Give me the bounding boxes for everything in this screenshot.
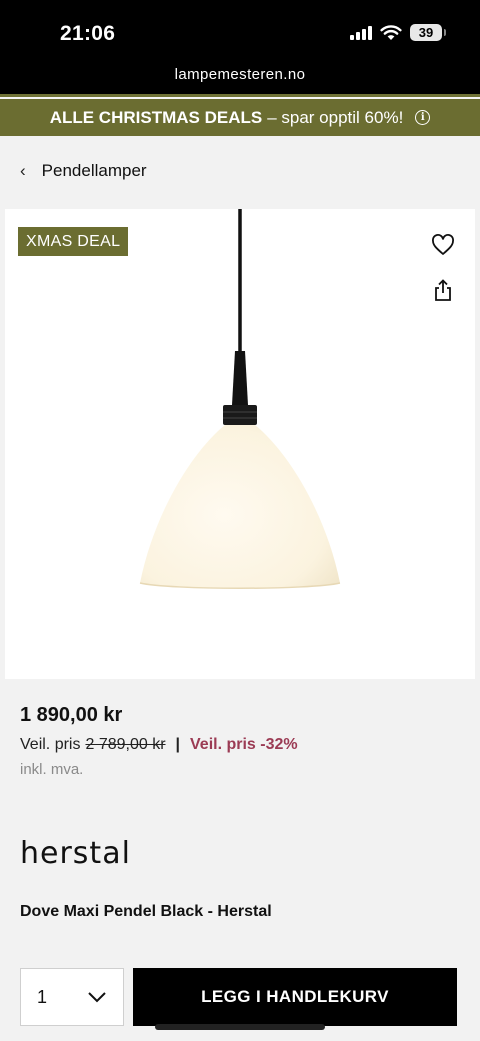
status-icons: 39	[350, 24, 446, 41]
url-bar[interactable]: lampemesteren.no	[0, 62, 480, 94]
veil-label: Veil. pris	[20, 736, 81, 753]
vat-note: inkl. mva.	[20, 761, 84, 778]
share-icon[interactable]	[433, 279, 453, 301]
promo-banner[interactable]: ALLE CHRISTMAS DEALS – spar opptil 60%! …	[0, 99, 480, 136]
pendant-lamp-image	[139, 209, 341, 589]
recommended-price-row: Veil. pris 2 789,00 kr | Veil. pris -32%	[20, 736, 298, 754]
product-image[interactable]: XMAS DEAL	[5, 209, 475, 679]
discount-label: Veil. pris -32%	[190, 736, 298, 753]
chevron-left-icon: ‹	[20, 161, 26, 180]
promo-title: ALLE CHRISTMAS DEALS	[49, 107, 263, 127]
info-icon[interactable]: i	[415, 110, 431, 125]
signal-icon	[350, 25, 372, 40]
price-separator: |	[175, 736, 181, 753]
product-price: 1 890,00 kr	[20, 704, 123, 726]
veil-price: 2 789,00 kr	[85, 736, 166, 753]
add-to-cart-button[interactable]: LEGG I HANDLEKURV	[133, 968, 457, 1026]
wifi-icon	[380, 24, 402, 40]
breadcrumb-label[interactable]: Pendellamper	[42, 161, 147, 181]
product-name: Dove Maxi Pendel Black - Herstal	[20, 903, 272, 920]
promo-text: – spar opptil 60%!	[267, 107, 404, 127]
status-bar: 21:06 39	[0, 0, 480, 62]
heart-icon[interactable]	[431, 233, 455, 257]
xmas-deal-badge: XMAS DEAL	[18, 227, 129, 256]
home-indicator	[155, 1024, 325, 1030]
status-time: 21:06	[60, 22, 116, 45]
chevron-down-icon	[88, 992, 106, 1003]
breadcrumb[interactable]: ‹ Pendellamper	[20, 158, 147, 184]
battery-icon: 39	[410, 24, 446, 41]
brand-logo[interactable]: herstal	[20, 836, 131, 871]
price-block: 1 890,00 kr Veil. pris 2 789,00 kr | Vei…	[20, 704, 298, 778]
quantity-value: 1	[37, 986, 48, 1007]
quantity-select[interactable]: 1	[20, 968, 124, 1026]
